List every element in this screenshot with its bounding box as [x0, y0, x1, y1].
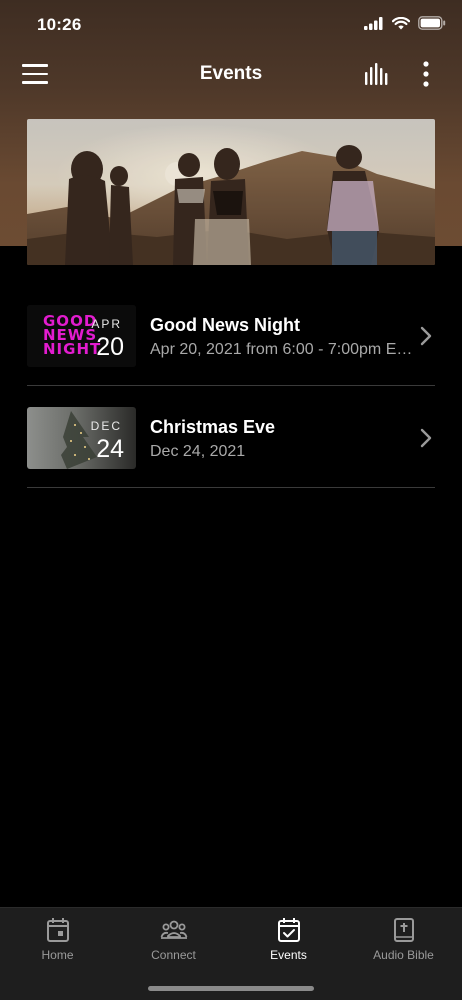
- status-time: 10:26: [37, 15, 82, 34]
- event-subtitle: Dec 24, 2021: [150, 443, 246, 460]
- tab-connect[interactable]: Connect: [116, 916, 231, 976]
- battery-icon: [418, 16, 446, 30]
- tab-label: Events: [270, 948, 307, 962]
- calendar-check-icon: [277, 918, 300, 942]
- chevron-right-icon: [420, 428, 432, 448]
- status-icons: [364, 16, 446, 30]
- event-list: GOOD NEWS NIGHT APR 20 Good News Night A…: [27, 284, 435, 488]
- chevron-right-icon: [420, 326, 432, 346]
- more-options-icon[interactable]: [418, 61, 434, 87]
- tab-events[interactable]: Events: [231, 916, 346, 976]
- calendar-home-icon: [46, 918, 69, 942]
- bible-icon: [393, 918, 414, 942]
- app-header: Events: [0, 50, 462, 100]
- event-item-good-news-night[interactable]: GOOD NEWS NIGHT APR 20 Good News Night A…: [27, 284, 435, 386]
- hero-photo: [27, 119, 435, 265]
- tab-home[interactable]: Home: [0, 916, 115, 976]
- tab-bar: Home Connect Events Audio Bible: [0, 907, 462, 1000]
- event-thumbnail: DEC 24: [27, 407, 136, 469]
- thumb-month: APR: [91, 317, 122, 331]
- tab-label: Connect: [151, 948, 196, 962]
- thumb-month: DEC: [90, 419, 122, 433]
- wifi-icon: [392, 16, 410, 29]
- audio-bars-icon[interactable]: [363, 63, 391, 85]
- hero-image[interactable]: [27, 119, 435, 265]
- home-indicator: [148, 986, 314, 991]
- page-title: Events: [199, 63, 263, 84]
- event-title: Good News Night: [150, 315, 300, 335]
- event-item-christmas-eve[interactable]: DEC 24 Christmas Eve Dec 24, 2021: [27, 386, 435, 488]
- event-title: Christmas Eve: [150, 417, 276, 437]
- tab-label: Home: [41, 948, 74, 962]
- people-icon: [160, 920, 187, 939]
- thumb-day: 24: [96, 435, 124, 463]
- tab-label: Audio Bible: [373, 948, 434, 962]
- signal-icon: [364, 16, 383, 30]
- tab-audio-bible[interactable]: Audio Bible: [346, 916, 461, 976]
- event-thumbnail: GOOD NEWS NIGHT APR 20: [27, 305, 136, 367]
- thumb-day: 20: [96, 333, 124, 361]
- status-bar: 10:26: [0, 0, 462, 50]
- event-subtitle: Apr 20, 2021 from 6:00 - 7:00pm E…: [150, 341, 413, 358]
